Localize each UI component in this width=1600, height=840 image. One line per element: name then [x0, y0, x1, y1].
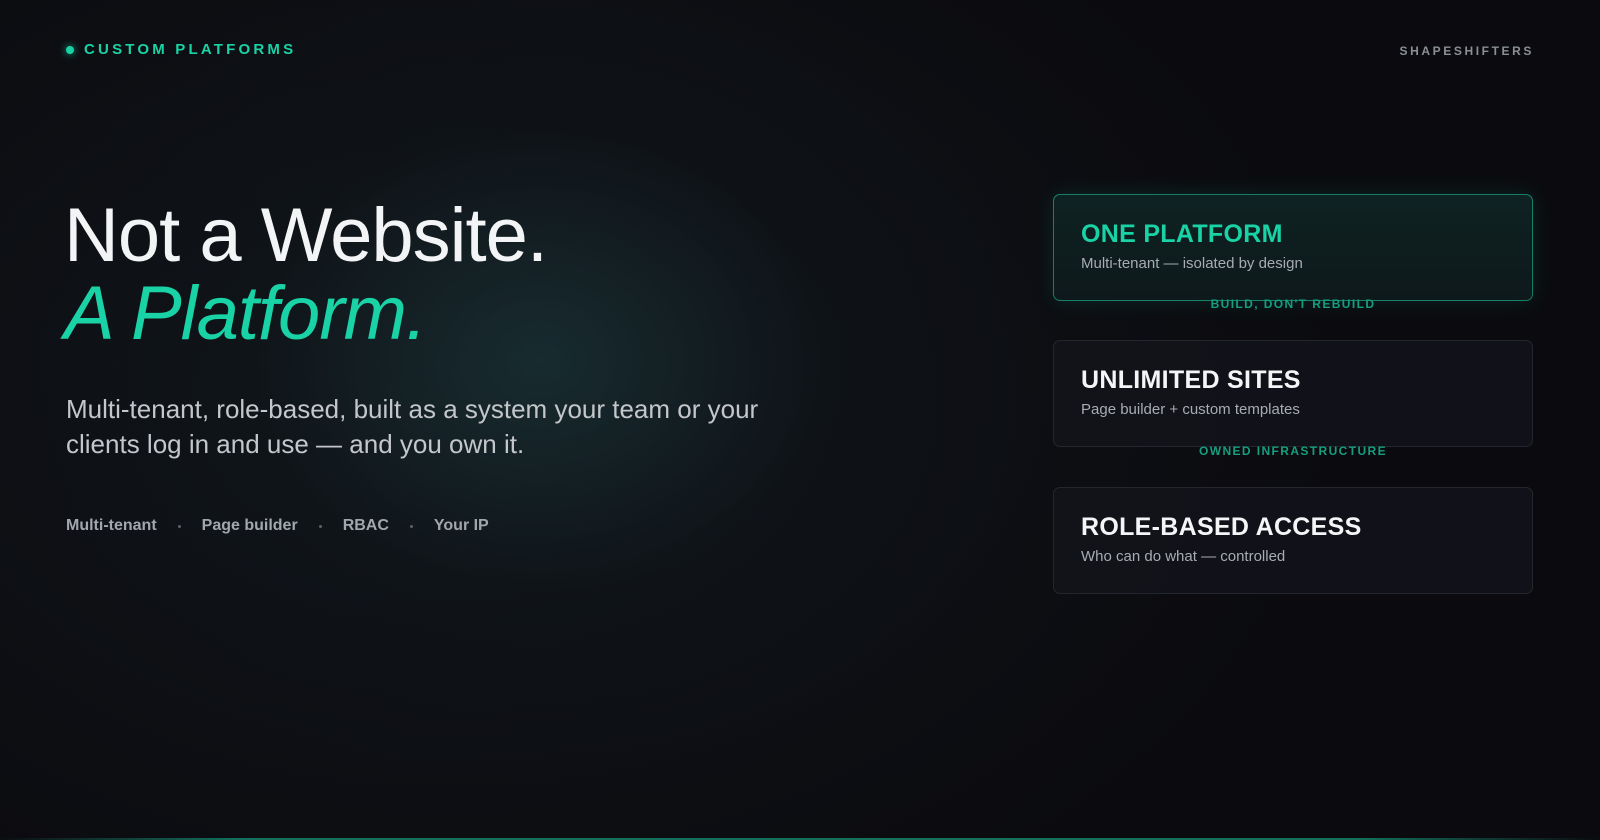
card-subtitle: Multi-tenant — isolated by design [1081, 255, 1303, 272]
brand-name: SHAPESHIFTERS [1399, 44, 1534, 58]
hero-lead-text: Multi-tenant, role-based, built as a sys… [66, 394, 759, 459]
card-connector-label: OWNED INFRASTRUCTURE [1199, 444, 1387, 458]
separator-dot-icon [318, 524, 322, 528]
hero-title-line-2: A Platform. [64, 271, 427, 356]
separator-dot-icon [409, 524, 413, 528]
card-title: UNLIMITED SITES [1081, 366, 1301, 394]
feature-card-role-based-access[interactable]: ROLE-BASED ACCESS Who can do what — cont… [1053, 487, 1533, 594]
card-title: ROLE-BASED ACCESS [1081, 513, 1362, 541]
feature-tag: Your IP [433, 517, 489, 534]
hero-title-line-1: Not a Website. [64, 193, 548, 278]
separator-dot-icon [177, 524, 181, 528]
eyebrow-label: CUSTOM PLATFORMS [84, 41, 297, 58]
feature-tag: Multi-tenant [66, 517, 157, 534]
card-subtitle: Page builder + custom templates [1081, 401, 1300, 418]
card-subtitle: Who can do what — controlled [1081, 548, 1286, 565]
card-connector-label: BUILD, DON'T REBUILD [1210, 297, 1376, 311]
feature-tags: Multi-tenant Page builder RBAC Your IP [66, 517, 489, 535]
card-title: ONE PLATFORM [1081, 220, 1283, 248]
feature-card-unlimited-sites[interactable]: UNLIMITED SITES Page builder + custom te… [1053, 340, 1533, 447]
status-dot-icon [66, 45, 74, 54]
feature-card-one-platform[interactable]: ONE PLATFORM Multi-tenant — isolated by … [1053, 194, 1533, 301]
feature-tag: Page builder [201, 517, 298, 534]
eyebrow: CUSTOM PLATFORMS [66, 41, 296, 58]
feature-tag: RBAC [342, 517, 389, 534]
